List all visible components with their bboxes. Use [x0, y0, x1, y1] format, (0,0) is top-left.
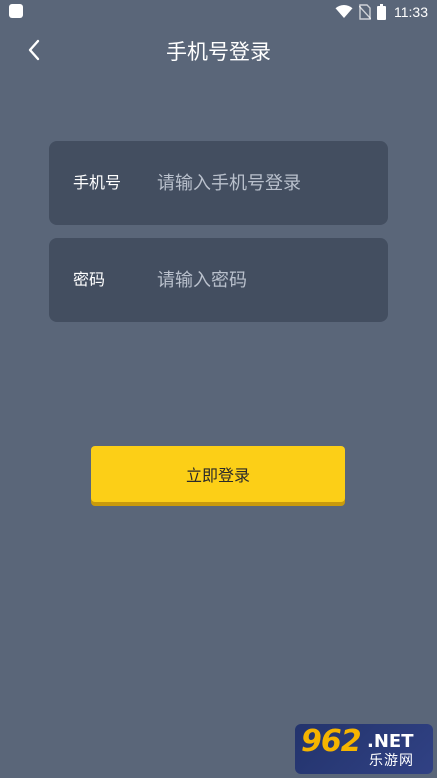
top-bar: 手机号登录 — [0, 24, 437, 80]
status-time: 11:33 — [394, 4, 428, 20]
app-indicator-icon — [9, 4, 23, 18]
watermark-subtitle: 乐游网 — [369, 753, 414, 769]
watermark-number: 962 — [301, 724, 362, 759]
phone-field: 手机号 — [49, 141, 388, 225]
no-sim-icon — [359, 4, 371, 20]
password-input[interactable] — [157, 266, 372, 294]
phone-input[interactable] — [157, 169, 372, 197]
status-bar: 11:33 — [0, 0, 437, 24]
status-icons: 11:33 — [335, 2, 428, 22]
password-field: 密码 — [49, 238, 388, 322]
page-title: 手机号登录 — [166, 40, 271, 64]
watermark-logo: 962 .NET 乐游网 — [295, 724, 433, 774]
login-button[interactable]: 立即登录 — [91, 446, 345, 502]
phone-label: 手机号 — [73, 173, 122, 192]
watermark-domain: .NET — [367, 731, 414, 752]
wifi-icon — [335, 5, 353, 19]
password-label: 密码 — [73, 270, 106, 289]
battery-icon — [377, 4, 386, 20]
